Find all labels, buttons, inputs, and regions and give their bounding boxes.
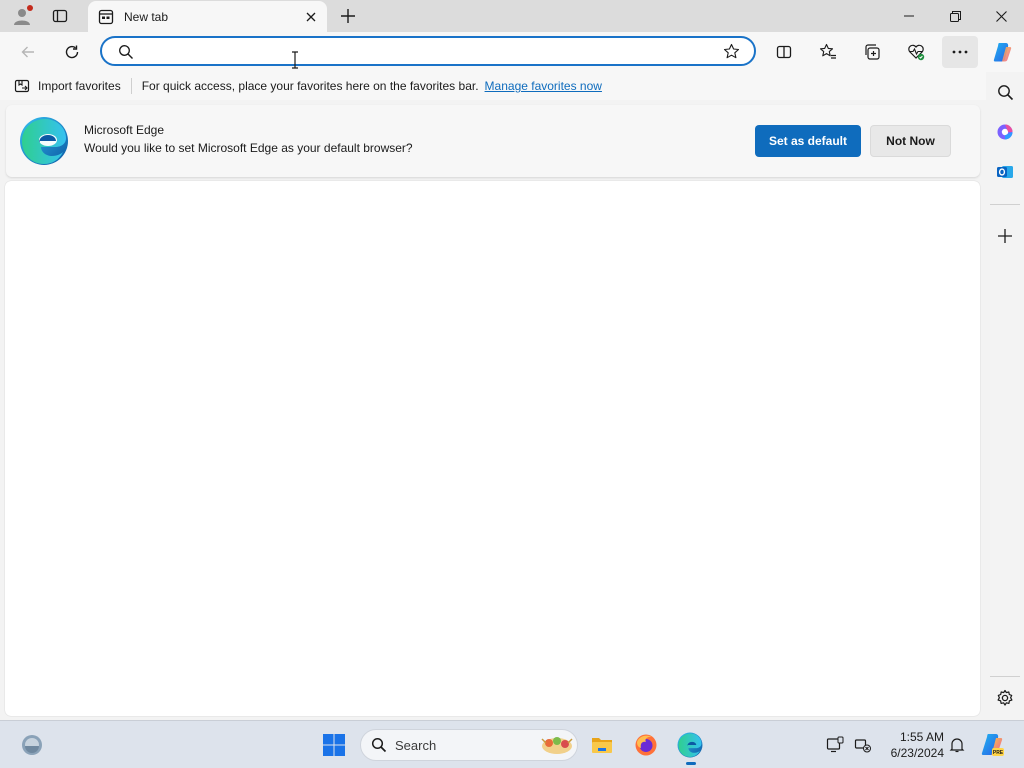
- edge-taskbar-button[interactable]: [674, 729, 706, 765]
- search-icon: [119, 45, 133, 59]
- widgets-button[interactable]: [16, 729, 48, 761]
- sidebar-divider: [990, 676, 1020, 677]
- notification-icon: [949, 738, 965, 753]
- import-favorites-icon: [14, 79, 30, 93]
- banner-title: Microsoft Edge: [84, 123, 165, 137]
- restore-button[interactable]: [932, 0, 978, 32]
- page-content: [5, 181, 980, 716]
- sidebar-outlook-button[interactable]: [989, 156, 1021, 188]
- taskbar-search-label: Search: [395, 737, 437, 753]
- sidebar-settings-button[interactable]: [989, 682, 1021, 714]
- refresh-icon: [65, 45, 79, 59]
- favorites-bar-hint: For quick access, place your favorites h…: [141, 79, 479, 93]
- minimize-icon: [904, 15, 914, 17]
- default-browser-banner: Microsoft Edge Would you like to set Mic…: [6, 105, 980, 177]
- copilot-pre-icon: PRE: [981, 734, 1004, 756]
- browser-essentials-button[interactable]: [900, 36, 932, 68]
- back-icon: [21, 46, 34, 58]
- close-icon: [995, 10, 1007, 22]
- more-icon: [952, 50, 968, 54]
- clock-date: 6/23/2024: [890, 746, 944, 760]
- not-now-button[interactable]: Not Now: [870, 125, 951, 157]
- search-icon: [371, 737, 387, 753]
- favorites-bar-divider: [130, 78, 132, 94]
- office-icon: [997, 124, 1013, 140]
- plus-icon: [341, 9, 355, 23]
- address-input[interactable]: [142, 40, 712, 62]
- collections-icon: [865, 44, 880, 60]
- file-explorer-icon: [592, 738, 612, 753]
- firefox-button[interactable]: [630, 729, 662, 761]
- tab-new-tab[interactable]: New tab: [88, 1, 327, 32]
- display-icon: [826, 736, 844, 753]
- edge-sidebar: [986, 72, 1024, 720]
- search-highlight-icon: [541, 737, 573, 754]
- title-bar: New tab: [0, 0, 1024, 32]
- outlook-icon: [997, 166, 1013, 178]
- profile-button[interactable]: [10, 4, 34, 28]
- restore-icon: [949, 10, 961, 22]
- start-icon: [323, 734, 345, 756]
- edge-logo-icon: [20, 117, 68, 165]
- refresh-button[interactable]: [56, 36, 88, 68]
- split-screen-icon: [776, 45, 792, 59]
- network-icon: [854, 739, 871, 753]
- tab-actions-icon: [52, 9, 68, 23]
- collections-button[interactable]: [856, 36, 888, 68]
- sidebar-office-button[interactable]: [989, 116, 1021, 148]
- file-explorer-button[interactable]: [586, 729, 618, 761]
- manage-favorites-link[interactable]: Manage favorites now: [485, 79, 602, 93]
- edge-icon: [677, 732, 703, 758]
- display-tray-button[interactable]: [822, 729, 848, 761]
- search-icon: [997, 84, 1013, 100]
- network-tray-button[interactable]: [850, 729, 876, 761]
- clock-time: 1:55 AM: [899, 730, 944, 744]
- favorite-star-icon[interactable]: [723, 43, 740, 60]
- sidebar-search-button[interactable]: [989, 76, 1021, 108]
- close-icon: [306, 12, 316, 21]
- taskbar-search-box[interactable]: Search: [360, 729, 578, 761]
- back-button[interactable]: [12, 36, 44, 68]
- copilot-icon: [993, 43, 1012, 62]
- favorites-bar: Import favorites For quick access, place…: [0, 72, 986, 100]
- import-favorites-button[interactable]: Import favorites: [14, 78, 121, 94]
- tab-title: New tab: [124, 9, 169, 24]
- firefox-icon: [635, 734, 657, 756]
- svg-text:PRE: PRE: [993, 750, 1004, 756]
- copilot-taskbar-button[interactable]: PRE: [976, 729, 1008, 761]
- notification-center-button[interactable]: [944, 729, 970, 761]
- tab-close-button[interactable]: [298, 4, 324, 30]
- active-app-indicator: [686, 762, 696, 765]
- favorites-icon: [819, 43, 836, 59]
- settings-icon: [997, 689, 1013, 706]
- profile-alert-badge: [27, 5, 33, 11]
- set-as-default-button[interactable]: Set as default: [755, 125, 861, 157]
- tab-actions-button[interactable]: [48, 4, 72, 28]
- settings-and-more-button[interactable]: [942, 36, 978, 68]
- start-button[interactable]: [318, 729, 350, 761]
- new-tab-button[interactable]: [336, 4, 360, 28]
- taskbar: Search 1:55 AM 6/23/2024 PRE: [0, 720, 1024, 768]
- add-icon: [998, 229, 1012, 243]
- banner-message: Would you like to set Microsoft Edge as …: [84, 141, 413, 155]
- close-window-button[interactable]: [978, 0, 1024, 32]
- copilot-button[interactable]: [986, 36, 1018, 68]
- widgets-icon: [22, 735, 42, 755]
- sidebar-add-button[interactable]: [989, 220, 1021, 252]
- split-screen-button[interactable]: [768, 36, 800, 68]
- favorites-button[interactable]: [812, 36, 844, 68]
- address-bar[interactable]: [100, 36, 756, 66]
- taskbar-clock[interactable]: 1:55 AM 6/23/2024: [880, 729, 944, 761]
- sidebar-divider: [990, 204, 1020, 205]
- browser-essentials-icon: [908, 44, 925, 61]
- navigation-toolbar: [0, 32, 1024, 72]
- new-tab-page-icon: [98, 9, 114, 24]
- import-favorites-label: Import favorites: [38, 79, 121, 93]
- minimize-button[interactable]: [886, 0, 932, 32]
